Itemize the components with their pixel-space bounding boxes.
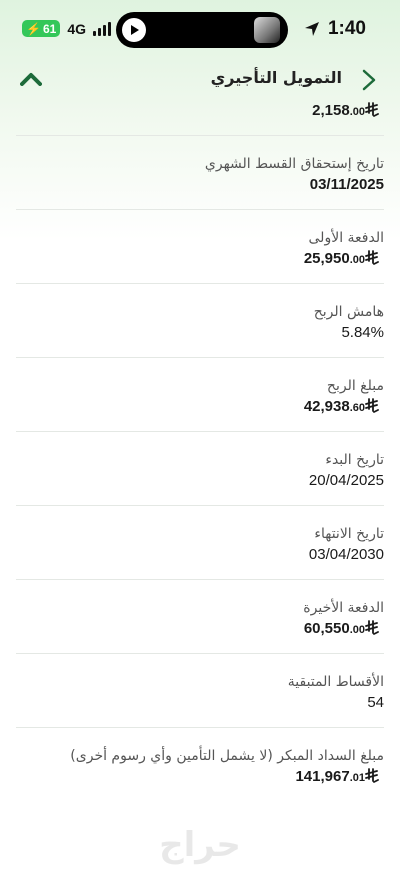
field-label: مبلغ السداد المبكر (لا يشمل التأمين وأي …	[70, 748, 384, 764]
field-label: مبلغ الربح	[326, 378, 384, 394]
value-decimal: .00	[349, 106, 365, 118]
value-int: 42,938	[303, 398, 350, 415]
lightning-icon: ⚡	[26, 21, 41, 36]
battery-indicator: ⚡ 61	[22, 20, 61, 37]
network-type: 4G	[67, 20, 86, 37]
field-label: الدفعة الأخيرة	[303, 600, 384, 616]
status-bar: ⚡ 61 4G 1:40	[0, 0, 400, 58]
value-decimal: .60	[349, 402, 365, 414]
field-label: تاريخ الانتهاء	[314, 526, 384, 542]
field-value: 03/11/2025	[309, 176, 384, 193]
riyal-icon	[365, 398, 379, 420]
watermark: حراج	[0, 820, 400, 870]
riyal-icon	[365, 768, 379, 790]
field-label: هامش الربح	[313, 304, 384, 320]
detail-row-early-settlement: مبلغ السداد المبكر (لا يشمل التأمين وأي …	[16, 728, 384, 802]
riyal-icon	[365, 620, 379, 642]
detail-row-profit-amount: مبلغ الربح 42,938.60	[16, 358, 384, 432]
chevron-up-icon	[20, 73, 42, 86]
field-value: 42,938.60	[16, 396, 384, 420]
chevron-right-icon	[362, 69, 376, 91]
detail-row-profit-margin: هامش الربح 5.84%	[16, 284, 384, 358]
detail-row-end-date: تاريخ الانتهاء 03/04/2030	[16, 506, 384, 580]
page-title: التمويل التأجيري	[210, 68, 342, 87]
value-int: 2,158	[312, 102, 350, 119]
location-arrow-icon	[304, 22, 319, 36]
play-icon[interactable]	[122, 18, 146, 42]
detail-row-remaining-installments: الأقساط المتبقية 54	[16, 654, 384, 728]
collapse-button[interactable]	[18, 68, 44, 90]
field-label: تاريخ إستحقاق القسط الشهري	[204, 156, 384, 172]
detail-row-start-date: تاريخ البدء 20/04/2025	[16, 432, 384, 506]
watermark-logo: حراج	[159, 825, 241, 865]
value-decimal: .00	[349, 254, 365, 266]
field-value: 54	[367, 694, 384, 711]
detail-row-down-payment: الدفعة الأولى 25,950.00	[16, 210, 384, 284]
field-value: 25,950.00	[16, 248, 384, 272]
media-thumbnail	[254, 17, 280, 43]
back-button[interactable]	[358, 66, 380, 94]
field-label: الأقساط المتبقية	[287, 674, 384, 690]
monthly-installment-value: 2,158.00	[16, 100, 384, 124]
field-label: الدفعة الأولى	[308, 230, 384, 246]
field-value: 141,967.01	[16, 766, 384, 790]
field-value: 5.84%	[341, 324, 384, 341]
detail-row-monthly-installment: 2,158.00	[16, 96, 384, 136]
battery-level: 61	[42, 21, 57, 36]
value-int: 141,967	[295, 768, 350, 785]
value-decimal: .01	[349, 772, 365, 784]
detail-row-due-date: تاريخ إستحقاق القسط الشهري 03/11/2025	[16, 136, 384, 210]
status-time-group: 1:40	[304, 18, 366, 40]
field-value: 20/04/2025	[308, 472, 384, 489]
field-label: تاريخ البدء	[325, 452, 384, 468]
status-left: ⚡ 61 4G	[22, 20, 111, 37]
field-value: 60,550.00	[16, 618, 384, 642]
dynamic-island[interactable]	[116, 12, 288, 48]
value-decimal: .00	[349, 624, 365, 636]
value-int: 25,950	[303, 250, 350, 267]
clock: 1:40	[327, 18, 366, 39]
value-int: 60,550	[303, 620, 350, 637]
detail-list: 2,158.00 تاريخ إستحقاق القسط الشهري 03/1…	[0, 96, 400, 802]
detail-row-final-payment: الدفعة الأخيرة 60,550.00	[16, 580, 384, 654]
riyal-icon	[365, 102, 379, 124]
riyal-icon	[365, 250, 379, 272]
field-value: 03/04/2030	[308, 546, 384, 563]
signal-icon	[93, 21, 111, 36]
